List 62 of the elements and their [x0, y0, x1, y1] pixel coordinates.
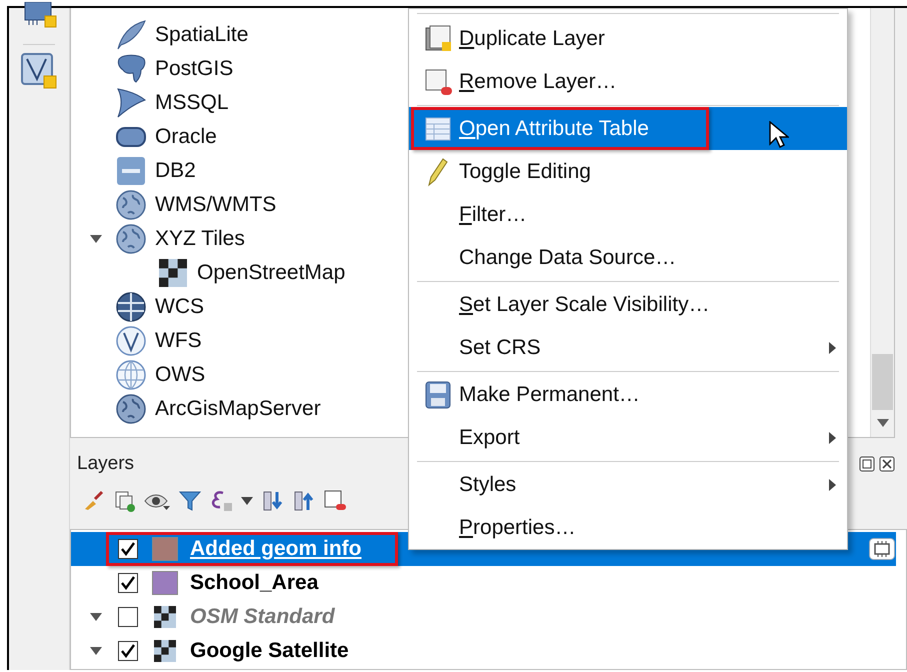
menu-item[interactable]: Remove Layer…	[409, 60, 847, 103]
menu-item[interactable]: Toggle Editing	[409, 150, 847, 193]
expression-icon[interactable]	[209, 489, 233, 513]
save-icon	[425, 380, 451, 408]
remove-layer-icon[interactable]	[323, 489, 347, 513]
browser-item[interactable]: WFS	[155, 329, 202, 353]
menu-item[interactable]: Make Permanent…	[409, 373, 847, 416]
browser-item[interactable]: MSSQL	[155, 91, 229, 115]
expand-all-icon[interactable]	[261, 489, 285, 513]
menu-item[interactable]: Filter…	[409, 193, 847, 236]
checkered-icon	[159, 259, 187, 287]
checkbox[interactable]	[118, 641, 138, 661]
collapse-all-icon[interactable]	[292, 489, 316, 513]
checkbox[interactable]	[118, 607, 138, 627]
scrollbar-thumb[interactable]	[872, 354, 893, 410]
feather-icon	[115, 19, 147, 51]
browser-item[interactable]: WMS/WMTS	[155, 193, 276, 217]
browser-item[interactable]: SpatiaLite	[155, 23, 248, 47]
layer-name: OSM Standard	[190, 605, 335, 629]
browser-item[interactable]: WCS	[155, 295, 204, 319]
scroll-down-icon[interactable]	[876, 418, 890, 428]
menu-item[interactable]: Export	[409, 416, 847, 459]
chip-icon[interactable]	[869, 538, 895, 560]
menu-item[interactable]: Styles	[409, 463, 847, 506]
layer-name: School_Area	[190, 571, 318, 595]
browser-item[interactable]: OpenStreetMap	[197, 261, 346, 285]
browser-item[interactable]: DB2	[155, 159, 196, 183]
duplicate-layer-icon	[424, 24, 452, 52]
scrollbar[interactable]	[870, 8, 894, 437]
close-icon[interactable]	[879, 456, 895, 472]
checkbox[interactable]	[118, 539, 138, 559]
menu-item[interactable]: Open Attribute Table	[409, 107, 847, 150]
expanded-caret-icon[interactable]	[89, 234, 103, 244]
remove-layer-icon	[424, 68, 452, 96]
menu-item[interactable]: Set CRS	[409, 326, 847, 369]
menu-item[interactable]: Properties…	[409, 506, 847, 549]
browser-item[interactable]: PostGIS	[155, 57, 234, 81]
menu-item[interactable]: Set Layer Scale Visibility…	[409, 283, 847, 326]
layer-name: Google Satellite	[190, 639, 349, 663]
caret-icon[interactable]	[240, 496, 254, 506]
cursor-icon	[769, 121, 789, 149]
browser-item[interactable]: XYZ Tiles	[155, 227, 245, 251]
layer-row[interactable]: School_Area	[71, 566, 896, 600]
filter-icon[interactable]	[178, 489, 202, 513]
database-icon	[115, 155, 147, 187]
panel-title: Layers	[77, 453, 134, 475]
layer-row[interactable]: Google Satellite	[71, 634, 896, 668]
checkered-icon	[154, 640, 176, 662]
checkered-icon	[154, 606, 176, 628]
browser-item[interactable]: Oracle	[155, 125, 217, 149]
browser-item[interactable]: OWS	[155, 363, 206, 387]
layer-name: Added geom info	[190, 537, 362, 561]
menu-item[interactable]: Change Data Source…	[409, 236, 847, 279]
browser-item[interactable]: ArcGisMapServer	[155, 397, 321, 421]
float-panel-icon[interactable]	[859, 456, 875, 472]
layer-row[interactable]: OSM Standard	[71, 600, 896, 634]
menu-item[interactable]: Duplicate Layer	[409, 17, 847, 60]
expanded-caret-icon[interactable]	[89, 646, 103, 656]
table-icon	[425, 116, 451, 142]
expanded-caret-icon[interactable]	[89, 612, 103, 622]
checkbox[interactable]	[118, 573, 138, 593]
sail-icon	[115, 87, 147, 119]
